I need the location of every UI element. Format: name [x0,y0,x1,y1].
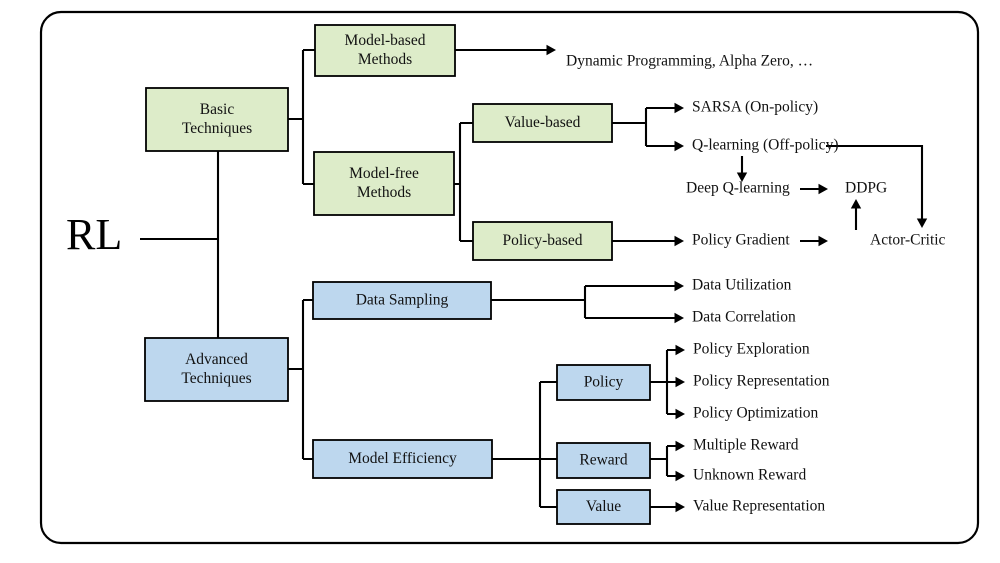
node-value[interactable]: Value [556,489,651,525]
leaf-label-policy-optimization: Policy Optimization [693,405,819,422]
leaf-label-policy-exploration: Policy Exploration [693,341,810,358]
connector-reward-fork [650,444,679,478]
connector-valuebased-fork [612,106,678,148]
arrow-unknown-reward [675,470,685,482]
arrow-actor-critic-right [818,235,828,247]
node-model-based[interactable]: Model-based Methods [314,24,456,77]
node-label-value-based: Value-based [505,114,581,131]
node-label-policy: Policy [584,373,624,390]
node-policy-based[interactable]: Policy-based [472,221,613,261]
arrow-policy-optimization [675,408,685,420]
node-basic-techniques[interactable]: Basic Techniques [145,87,289,152]
arrow-actor-critic-up [850,199,862,209]
connector-advanced-fork [288,298,313,461]
arrow-data-utilization [674,280,684,292]
node-advanced-techniques[interactable]: Advanced Techniques [144,337,289,402]
node-label-data-sampling: Data Sampling [356,291,449,308]
arrow-policy-representation [675,376,685,388]
arrow-q-learning [674,140,684,152]
node-model-free[interactable]: Model-free Methods [313,151,455,216]
connector-basic-fork [288,48,315,186]
node-label-reward: Reward [579,451,627,468]
leaf-label-ddpg: DDPG [845,180,887,197]
leaf-label-unknown-reward: Unknown Reward [693,467,806,484]
arrow-policy-exploration [675,344,685,356]
leaf-label-data-correlation: Data Correlation [692,309,796,326]
node-reward[interactable]: Reward [556,442,651,479]
arrow-multiple-reward [675,440,685,452]
arrow-actor-critic-down [916,218,928,228]
leaf-label-data-utilization: Data Utilization [692,277,792,294]
node-model-efficiency[interactable]: Model Efficiency [312,439,493,479]
arrow-ddpg [818,183,828,195]
node-label-model-efficiency: Model Efficiency [348,450,457,467]
connector-modelefficiency-fork [492,380,557,509]
connector-modelfree-fork [454,121,473,243]
arrow-sarsa [674,102,684,114]
node-label-value: Value [586,498,621,515]
node-policy[interactable]: Policy [556,364,651,401]
leaf-label-value-representation: Value Representation [693,498,825,515]
arrow-value-representation [675,501,685,513]
root-layer: RL [66,210,122,259]
connector-datasampling-fork [491,284,678,320]
connector-policy-fork [650,348,679,416]
leaf-label-policy-gradient: Policy Gradient [692,232,790,249]
rl-taxonomy-diagram: Basic Techniques Model-based Methods Model-f… [39,10,980,545]
boxes-layer: Basic Techniques Model-based Methods Model-f… [144,24,651,525]
arrow-policy-gradient [674,235,684,247]
leaf-label-dynamic-programming-alpha-zero: Dynamic Programming, Alpha Zero, … [566,53,813,70]
node-data-sampling[interactable]: Data Sampling [312,281,492,320]
leaf-label-policy-representation: Policy Representation [693,373,830,390]
arrow-data-correlation [674,312,684,324]
root-label-rl: RL [66,210,122,259]
diagram-stage: Basic Techniques Model-based Methods Model-f… [0,0,1000,563]
arrow-dynamic-programming [546,44,556,56]
node-value-based[interactable]: Value-based [472,103,613,143]
leaf-label-actor-critic: Actor-Critic [870,232,946,249]
leaf-label-multiple-reward: Multiple Reward [693,437,799,454]
leaf-label-sarsa-on-policy: SARSA (On-policy) [692,99,818,116]
leaf-label-deep-q-learning: Deep Q-learning [686,180,790,197]
node-label-policy-based: Policy-based [502,232,582,249]
leaf-label-q-learning-off-policy: Q-learning (Off-policy) [692,137,838,154]
